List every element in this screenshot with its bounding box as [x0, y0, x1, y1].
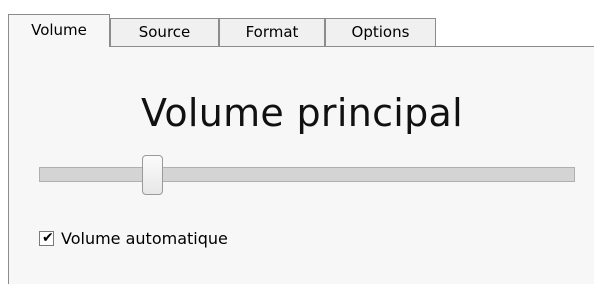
checkmark-icon: ✔	[42, 230, 54, 246]
slider-thumb[interactable]	[142, 155, 163, 195]
automatic-volume-checkbox[interactable]: ✔	[39, 230, 54, 246]
tab-source[interactable]: Source	[110, 18, 219, 46]
main-volume-slider[interactable]	[39, 155, 575, 195]
slider-track[interactable]	[39, 167, 575, 182]
tab-options[interactable]: Options	[325, 18, 436, 46]
volume-settings-window: Volume Source Format Options Volume prin…	[0, 0, 594, 284]
volume-tab-panel: Volume principal ✔ Volume automatique	[8, 46, 594, 284]
tab-volume[interactable]: Volume	[8, 14, 110, 47]
tab-strip: Volume Source Format Options	[8, 14, 588, 47]
panel-title: Volume principal	[140, 91, 463, 135]
automatic-volume-label: Volume automatique	[61, 229, 228, 248]
tab-format[interactable]: Format	[219, 18, 325, 46]
